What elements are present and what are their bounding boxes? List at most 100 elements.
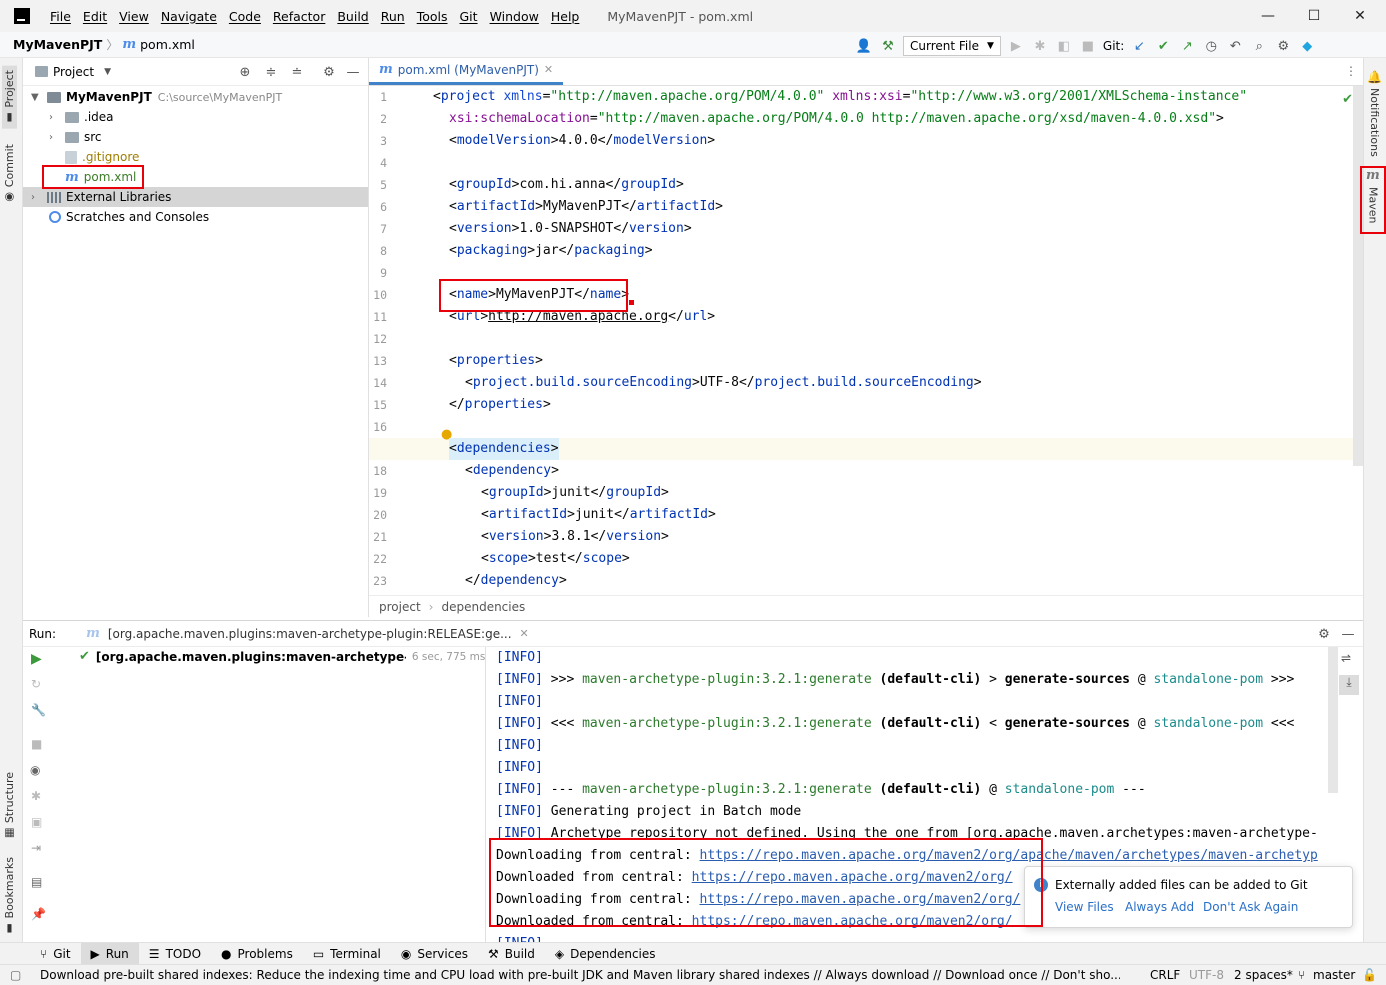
scroll-to-end-icon[interactable]: ⤓ <box>1339 675 1359 695</box>
file-encoding[interactable]: UTF-8 <box>1189 968 1224 982</box>
filter-icon[interactable]: ✱ <box>31 789 41 803</box>
console-scrollbar[interactable] <box>1328 647 1338 793</box>
tree-item-src[interactable]: › src <box>49 127 102 147</box>
stop-icon[interactable]: ■ <box>1079 37 1097 55</box>
status-icon[interactable]: ▢ <box>10 968 21 982</box>
gear-icon[interactable]: ⚙ <box>320 63 338 81</box>
code-area[interactable]: <project xmlns="http://maven.apache.org/… <box>369 86 1363 591</box>
menu-view[interactable]: View <box>113 9 155 24</box>
rerun-failed-icon[interactable]: ↻ <box>31 677 41 691</box>
search-icon[interactable]: ⌕ <box>1250 37 1268 55</box>
tool-button-services[interactable]: ◉ Services <box>391 943 478 965</box>
more-icon[interactable]: ⋮ <box>1345 64 1357 78</box>
tool-tab-maven[interactable]: m Maven <box>1366 168 1380 223</box>
download-link[interactable]: https://repo.maven.apache.org/maven2/org… <box>692 914 1013 929</box>
tree-item-scratches[interactable]: Scratches and Consoles <box>49 207 209 227</box>
menu-git[interactable]: Git <box>454 9 484 24</box>
breadcrumb-item[interactable]: dependencies <box>441 600 525 614</box>
hammer-icon[interactable]: ⚒ <box>879 37 897 55</box>
run-tree-item[interactable]: ✔ [org.apache.maven.plugins:maven-archet… <box>79 649 485 664</box>
close-icon[interactable]: ✕ <box>520 627 529 640</box>
chevron-down-icon[interactable]: ▼ <box>104 67 111 77</box>
run-tab-label[interactable]: [org.apache.maven.plugins:maven-archetyp… <box>108 627 512 641</box>
camera-icon[interactable]: ▣ <box>31 815 42 829</box>
gear-icon[interactable]: ⚙ <box>1274 37 1292 55</box>
tab-pom-xml[interactable]: m pom.xml (MyMavenPJT) ✕ <box>369 57 564 85</box>
tool-button-problems[interactable]: ● Problems <box>211 943 303 965</box>
bell-icon[interactable]: 🔔 <box>1367 70 1382 84</box>
xml-text[interactable]: http://maven.apache.org <box>488 309 668 324</box>
indent-setting[interactable]: 2 spaces* <box>1234 968 1293 982</box>
menu-run[interactable]: Run <box>375 9 411 24</box>
tool-button-terminal[interactable]: ▭ Terminal <box>303 943 391 965</box>
menu-tools[interactable]: Tools <box>411 9 454 24</box>
tool-tab-commit[interactable]: ◉ Commit <box>2 140 17 208</box>
debug-icon[interactable]: ✱ <box>1031 37 1049 55</box>
dont-ask-again-link[interactable]: Don't Ask Again <box>1203 900 1298 914</box>
git-branch[interactable]: master <box>1313 968 1355 982</box>
coverage-icon[interactable]: ◧ <box>1055 37 1073 55</box>
tool-tab-structure[interactable]: ▦ Structure <box>2 768 17 844</box>
menu-code[interactable]: Code <box>223 9 267 24</box>
tree-item-gitignore[interactable]: .gitignore <box>65 147 139 167</box>
soft-wrap-icon[interactable]: ⇌ <box>1341 651 1351 665</box>
view-files-link[interactable]: View Files <box>1055 900 1114 914</box>
editor-scrollbar[interactable] <box>1353 86 1363 466</box>
tool-button-todo[interactable]: ☰ TODO <box>139 943 211 965</box>
tool-button-build[interactable]: ⚒ Build <box>478 943 545 965</box>
breadcrumb-project[interactable]: MyMavenPJT <box>13 37 102 52</box>
hide-icon[interactable]: — <box>344 63 362 81</box>
user-icon[interactable]: 👤 <box>855 37 873 55</box>
project-panel-title[interactable]: Project <box>53 65 94 79</box>
breadcrumb-file[interactable]: pom.xml <box>140 37 195 52</box>
menu-refactor[interactable]: Refactor <box>267 9 331 24</box>
rerun-icon[interactable]: ▶ <box>31 651 42 667</box>
download-link[interactable]: https://repo.maven.apache.org/maven2/org… <box>700 848 1318 863</box>
pin-icon[interactable]: 📌 <box>31 907 46 921</box>
close-icon[interactable]: ✕ <box>544 63 553 76</box>
menu-build[interactable]: Build <box>331 9 374 24</box>
git-update-icon[interactable]: ↙ <box>1130 37 1148 55</box>
history-icon[interactable]: ◷ <box>1202 37 1220 55</box>
rollback-icon[interactable]: ↶ <box>1226 37 1244 55</box>
run-config-select[interactable]: Current File ▼ <box>903 36 1001 56</box>
tool-button-run[interactable]: ▶ Run <box>80 942 139 965</box>
always-add-link[interactable]: Always Add <box>1125 900 1194 914</box>
expand-all-icon[interactable]: ≑ <box>262 63 280 81</box>
eye-icon[interactable]: ◉ <box>30 763 40 777</box>
menu-help[interactable]: Help <box>545 9 586 24</box>
git-push-icon[interactable]: ↗ <box>1178 37 1196 55</box>
tool-tab-notifications[interactable]: Notifications <box>1368 88 1381 157</box>
tool-tab-bookmarks[interactable]: ▮ Bookmarks <box>2 853 17 939</box>
tree-root[interactable]: ▼ MyMavenPJT C:\source\MyMavenPJT <box>31 87 282 107</box>
menu-edit[interactable]: Edit <box>77 9 113 24</box>
gear-icon[interactable]: ⚙ <box>1315 625 1333 643</box>
menu-window[interactable]: Window <box>484 9 545 24</box>
maximize-icon[interactable]: ☐ <box>1291 0 1337 32</box>
wrench-icon[interactable]: 🔧 <box>31 703 46 717</box>
hide-icon[interactable]: — <box>1339 625 1357 643</box>
menu-file[interactable]: File <box>44 9 77 24</box>
import-icon[interactable]: ⇥ <box>31 841 41 855</box>
stop-icon[interactable]: ■ <box>31 737 42 751</box>
tool-button-git[interactable]: ⑂ Git <box>30 943 81 965</box>
status-message[interactable]: Download pre-built shared indexes: Reduc… <box>40 968 1120 982</box>
download-link[interactable]: https://repo.maven.apache.org/maven2/org… <box>692 870 1013 885</box>
collapse-all-icon[interactable]: ≐ <box>288 63 306 81</box>
plugin-icon[interactable]: ◆ <box>1298 37 1316 55</box>
download-link[interactable]: https://repo.maven.apache.org/maven2/org… <box>700 892 1021 907</box>
tree-item-external-libraries[interactable]: › External Libraries <box>23 187 368 207</box>
line-separator[interactable]: CRLF <box>1150 968 1180 982</box>
breadcrumb-item[interactable]: project <box>379 600 421 614</box>
tool-tab-project[interactable]: ▮ Project <box>2 66 17 129</box>
lock-icon[interactable]: 🔓 <box>1362 968 1377 982</box>
tool-button-dependencies[interactable]: ◈ Dependencies <box>545 943 666 965</box>
locate-icon[interactable]: ⊕ <box>236 63 254 81</box>
layout-icon[interactable]: ▤ <box>31 875 42 889</box>
menu-navigate[interactable]: Navigate <box>155 9 223 24</box>
close-icon[interactable]: ✕ <box>1337 0 1383 32</box>
tree-item-pom[interactable]: m pom.xml <box>65 167 136 187</box>
run-icon[interactable]: ▶ <box>1007 37 1025 55</box>
tree-item-idea[interactable]: › .idea <box>49 107 114 127</box>
minimize-icon[interactable]: — <box>1245 0 1291 32</box>
